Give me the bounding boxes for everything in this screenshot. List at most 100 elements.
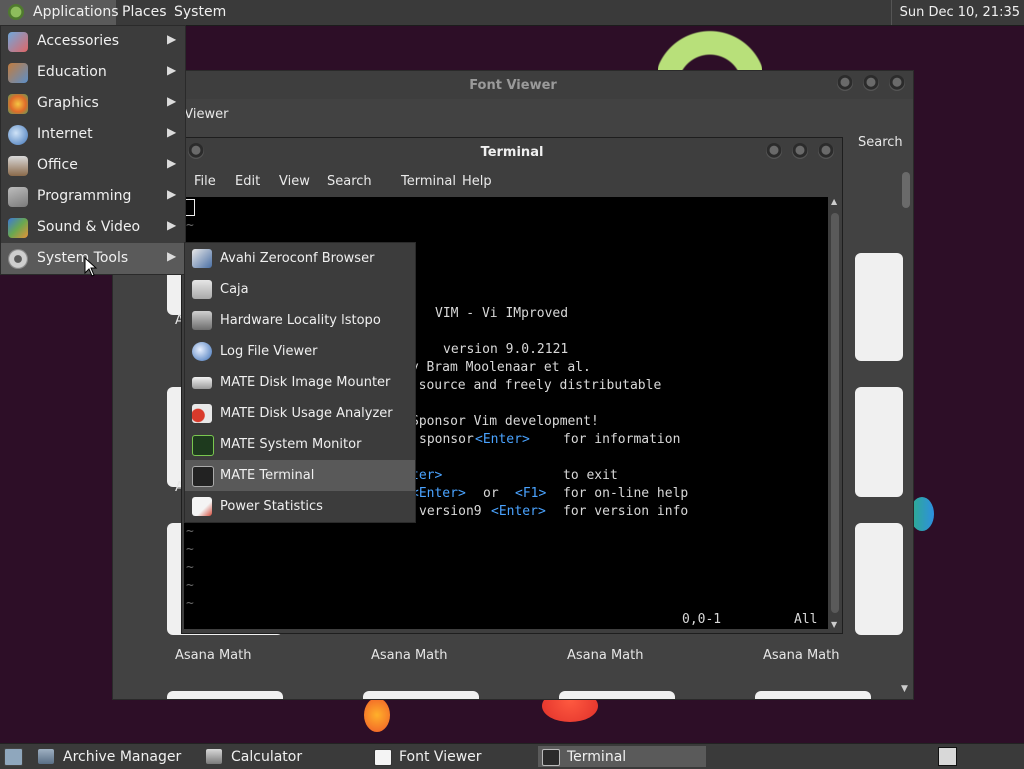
taskbar-item-calculator[interactable]: Calculator xyxy=(202,746,364,767)
font-card[interactable] xyxy=(559,691,675,699)
scrollbar-thumb[interactable] xyxy=(831,213,839,613)
applications-menu: Accessories ▶ Education ▶ Graphics ▶ Int… xyxy=(0,25,186,275)
menu-search[interactable]: Search xyxy=(327,174,372,189)
menu-item-label: System Tools xyxy=(37,250,129,266)
chevron-right-icon: ▶ xyxy=(167,249,177,263)
system-monitor-icon xyxy=(192,435,214,456)
submenu-item-hardware-locality[interactable]: Hardware Locality lstopo xyxy=(185,305,415,336)
system-tools-submenu: Avahi Zeroconf Browser Caja Hardware Loc… xyxy=(184,242,416,523)
font-card[interactable] xyxy=(855,387,903,497)
places-menu-button[interactable]: Places xyxy=(116,0,173,25)
clock[interactable]: Sun Dec 10, 21:35 xyxy=(890,0,1020,25)
menu-item-education[interactable]: Education ▶ xyxy=(1,57,185,88)
menu-item-label: Accessories xyxy=(37,33,120,49)
vim-empty-line: ~ xyxy=(186,218,194,233)
vim-help-enter-key: <Enter> xyxy=(411,486,466,501)
taskbar-item-terminal[interactable]: Terminal xyxy=(538,746,706,767)
menu-edit[interactable]: Edit xyxy=(235,174,260,189)
close-button[interactable] xyxy=(818,143,834,159)
submenu-item-log-file-viewer[interactable]: Log File Viewer xyxy=(185,336,415,367)
programming-icon xyxy=(8,187,28,207)
taskbar-item-archive-manager[interactable]: Archive Manager xyxy=(34,746,196,767)
menu-terminal[interactable]: Terminal xyxy=(401,174,456,189)
chevron-right-icon: ▶ xyxy=(167,156,177,170)
system-menu-button[interactable]: System xyxy=(168,0,232,25)
font-card[interactable] xyxy=(167,691,283,699)
menu-view[interactable]: View xyxy=(279,174,310,189)
terminal-title: Terminal xyxy=(480,145,544,160)
taskbar-item-label: Archive Manager xyxy=(63,749,182,765)
font-card[interactable] xyxy=(363,691,479,699)
taskbar-item-font-viewer[interactable]: Font Viewer xyxy=(370,746,532,767)
vim-empty-line: ~ xyxy=(186,560,194,575)
minimize-button[interactable] xyxy=(766,143,782,159)
show-desktop-icon[interactable] xyxy=(4,748,23,766)
submenu-item-caja[interactable]: Caja xyxy=(185,274,415,305)
scrollbar-thumb[interactable] xyxy=(902,172,910,208)
submenu-item-system-monitor[interactable]: MATE System Monitor xyxy=(185,429,415,460)
font-viewer-scrollbar[interactable]: ▼ xyxy=(901,166,911,694)
font-card[interactable] xyxy=(855,523,903,635)
menu-item-office[interactable]: Office ▶ xyxy=(1,150,185,181)
font-viewer-title: Font Viewer xyxy=(469,78,557,93)
graphics-icon xyxy=(8,94,28,114)
menu-item-label: Programming xyxy=(37,188,132,204)
font-viewer-titlebar[interactable]: Font Viewer xyxy=(113,71,913,99)
hardware-icon xyxy=(192,311,212,330)
submenu-item-disk-usage-analyzer[interactable]: MATE Disk Usage Analyzer xyxy=(185,398,415,429)
vim-help-or: or xyxy=(483,486,499,501)
maximize-button[interactable] xyxy=(792,143,808,159)
log-viewer-icon xyxy=(192,342,212,361)
menu-item-label: Sound & Video xyxy=(37,219,141,235)
submenu-item-mate-terminal[interactable]: MATE Terminal xyxy=(185,460,415,491)
vim-help-info: for on-line help xyxy=(563,486,689,501)
menu-item-label: Internet xyxy=(37,126,93,142)
vim-version-cmd: version9 xyxy=(419,504,482,519)
wallpaper-blob-orange xyxy=(364,698,390,732)
terminal-titlebar[interactable]: Terminal xyxy=(182,138,842,166)
submenu-item-label: Log File Viewer xyxy=(220,344,318,359)
mate-logo-icon xyxy=(8,4,24,20)
vim-enter-key: <Enter> xyxy=(475,432,530,447)
minimize-button[interactable] xyxy=(837,75,853,91)
chevron-right-icon: ▶ xyxy=(167,187,177,201)
education-icon xyxy=(8,63,28,83)
terminal-icon xyxy=(542,749,560,766)
chevron-right-icon: ▶ xyxy=(167,63,177,77)
sound-video-icon xyxy=(8,218,28,238)
vim-license-line: n source and freely distributable xyxy=(403,378,662,393)
applications-menu-button[interactable]: Applications xyxy=(0,0,119,25)
mouse-pointer-icon xyxy=(84,256,98,277)
applications-label: Applications xyxy=(33,4,119,20)
chevron-right-icon: ▶ xyxy=(167,218,177,232)
system-tools-icon xyxy=(8,249,28,269)
menu-item-internet[interactable]: Internet ▶ xyxy=(1,119,185,150)
font-card[interactable] xyxy=(755,691,871,699)
maximize-button[interactable] xyxy=(863,75,879,91)
menu-item-programming[interactable]: Programming ▶ xyxy=(1,181,185,212)
menu-item-sound-video[interactable]: Sound & Video ▶ xyxy=(1,212,185,243)
submenu-item-label: Hardware Locality lstopo xyxy=(220,313,381,328)
scroll-up-arrow-icon[interactable]: ▲ xyxy=(831,197,837,206)
vim-f1-key: <F1> xyxy=(515,486,547,501)
submenu-item-disk-image-mounter[interactable]: MATE Disk Image Mounter xyxy=(185,367,415,398)
font-card-label: Asana Math xyxy=(763,648,840,663)
power-stats-icon xyxy=(192,497,212,516)
terminal-scrollbar[interactable]: ▲ ▼ xyxy=(830,197,840,629)
workspace-switcher[interactable] xyxy=(938,747,957,766)
office-icon xyxy=(8,156,28,176)
font-viewer-search-button[interactable]: Search xyxy=(858,135,903,150)
scroll-down-arrow-icon[interactable]: ▼ xyxy=(831,620,837,629)
font-card[interactable] xyxy=(855,253,903,361)
submenu-item-avahi[interactable]: Avahi Zeroconf Browser xyxy=(185,243,415,274)
caja-icon xyxy=(192,280,212,299)
internet-icon xyxy=(8,125,28,145)
menu-item-graphics[interactable]: Graphics ▶ xyxy=(1,88,185,119)
menu-file[interactable]: File xyxy=(194,174,216,189)
menu-help[interactable]: Help xyxy=(462,174,492,189)
menu-item-accessories[interactable]: Accessories ▶ xyxy=(1,26,185,57)
submenu-item-label: MATE System Monitor xyxy=(220,437,362,452)
scroll-down-arrow-icon[interactable]: ▼ xyxy=(901,684,908,694)
submenu-item-power-statistics[interactable]: Power Statistics xyxy=(185,491,415,522)
close-button[interactable] xyxy=(889,75,905,91)
